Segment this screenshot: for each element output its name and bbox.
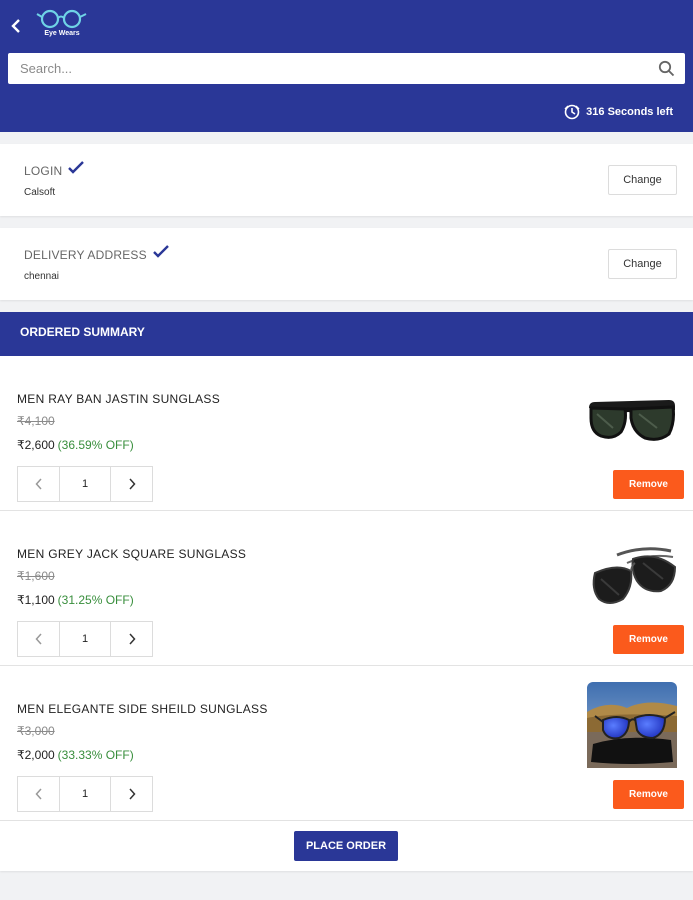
item-price: ₹1,100 (17, 593, 55, 607)
quantity-input[interactable] (60, 467, 110, 501)
remove-item-button[interactable]: Remove (613, 625, 684, 654)
quantity-input[interactable] (60, 777, 110, 811)
order-item: MEN ELEGANTE SIDE SHEILD SUNGLASS ₹3,000… (0, 666, 693, 821)
item-discount: (36.59% OFF) (57, 438, 134, 452)
item-price-row: ₹2,000 (33.33% OFF) (17, 748, 134, 762)
checkmark-icon (152, 245, 169, 259)
item-name: MEN GREY JACK SQUARE SUNGLASS (17, 547, 247, 561)
app-header: Eye Wears 316 Seconds left (0, 0, 693, 132)
decrease-quantity-button[interactable] (18, 622, 60, 656)
increase-quantity-button[interactable] (110, 467, 152, 501)
chevron-right-icon (128, 478, 136, 490)
item-original-price: ₹4,100 (17, 414, 55, 428)
timer-text: 316 Seconds left (586, 106, 673, 118)
login-title-row: LOGIN (24, 161, 85, 178)
login-value: Calsoft (24, 187, 56, 198)
checkmark-icon (68, 161, 85, 175)
chevron-right-icon (128, 633, 136, 645)
item-name: MEN ELEGANTE SIDE SHEILD SUNGLASS (17, 702, 268, 716)
remove-item-button[interactable]: Remove (613, 470, 684, 499)
quantity-input[interactable] (60, 622, 110, 656)
item-name: MEN RAY BAN JASTIN SUNGLASS (17, 392, 221, 406)
decrease-quantity-button[interactable] (18, 467, 60, 501)
delivery-title-row: DELIVERY ADDRESS (24, 245, 169, 262)
chevron-left-icon[interactable] (10, 17, 24, 35)
search-input[interactable] (8, 53, 648, 84)
item-original-price: ₹1,600 (17, 569, 55, 583)
place-order-bar: PLACE ORDER (0, 821, 693, 871)
ordered-summary-header: ORDERED SUMMARY (0, 312, 693, 356)
login-step: LOGIN Calsoft Change (0, 144, 693, 216)
item-price-row: ₹2,600 (36.59% OFF) (17, 438, 134, 452)
place-order-button[interactable]: PLACE ORDER (294, 831, 398, 861)
item-discount: (33.33% OFF) (57, 748, 134, 762)
session-timer: 316 Seconds left (564, 103, 673, 121)
login-title: LOGIN (24, 164, 63, 178)
item-discount: (31.25% OFF) (57, 593, 134, 607)
item-original-price: ₹3,000 (17, 724, 55, 738)
change-login-button[interactable]: Change (608, 165, 677, 195)
search-icon[interactable] (658, 60, 675, 77)
chevron-left-icon (34, 478, 42, 490)
order-item: MEN GREY JACK SQUARE SUNGLASS ₹1,600 ₹1,… (0, 511, 693, 666)
chevron-right-icon (128, 788, 136, 800)
logo-text: Eye Wears (44, 30, 80, 37)
item-price: ₹2,600 (17, 438, 55, 452)
change-address-button[interactable]: Change (608, 249, 677, 279)
wayfarer-sunglasses-image (589, 400, 675, 441)
order-item: MEN RAY BAN JASTIN SUNGLASS ₹4,100 ₹2,60… (0, 356, 693, 511)
aviator-sunglasses-image (592, 547, 677, 604)
blue-lens-sunglasses-photo (587, 682, 677, 768)
eye-wears-logo[interactable]: Eye Wears (34, 8, 90, 44)
increase-quantity-button[interactable] (110, 622, 152, 656)
delivery-value: chennai (24, 271, 60, 282)
item-price-row: ₹1,100 (31.25% OFF) (17, 593, 134, 607)
increase-quantity-button[interactable] (110, 777, 152, 811)
quantity-stepper (17, 466, 153, 502)
remove-item-button[interactable]: Remove (613, 780, 684, 809)
chevron-left-icon (34, 633, 42, 645)
decrease-quantity-button[interactable] (18, 777, 60, 811)
delivery-title: DELIVERY ADDRESS (24, 248, 147, 262)
item-price: ₹2,000 (17, 748, 55, 762)
quantity-stepper (17, 776, 153, 812)
delivery-address-step: DELIVERY ADDRESS chennai Change (0, 228, 693, 300)
chevron-left-icon (34, 788, 42, 800)
glasses-icon (36, 9, 87, 29)
quantity-stepper (17, 621, 153, 657)
search-bar (8, 53, 685, 84)
timer-icon (564, 104, 580, 120)
